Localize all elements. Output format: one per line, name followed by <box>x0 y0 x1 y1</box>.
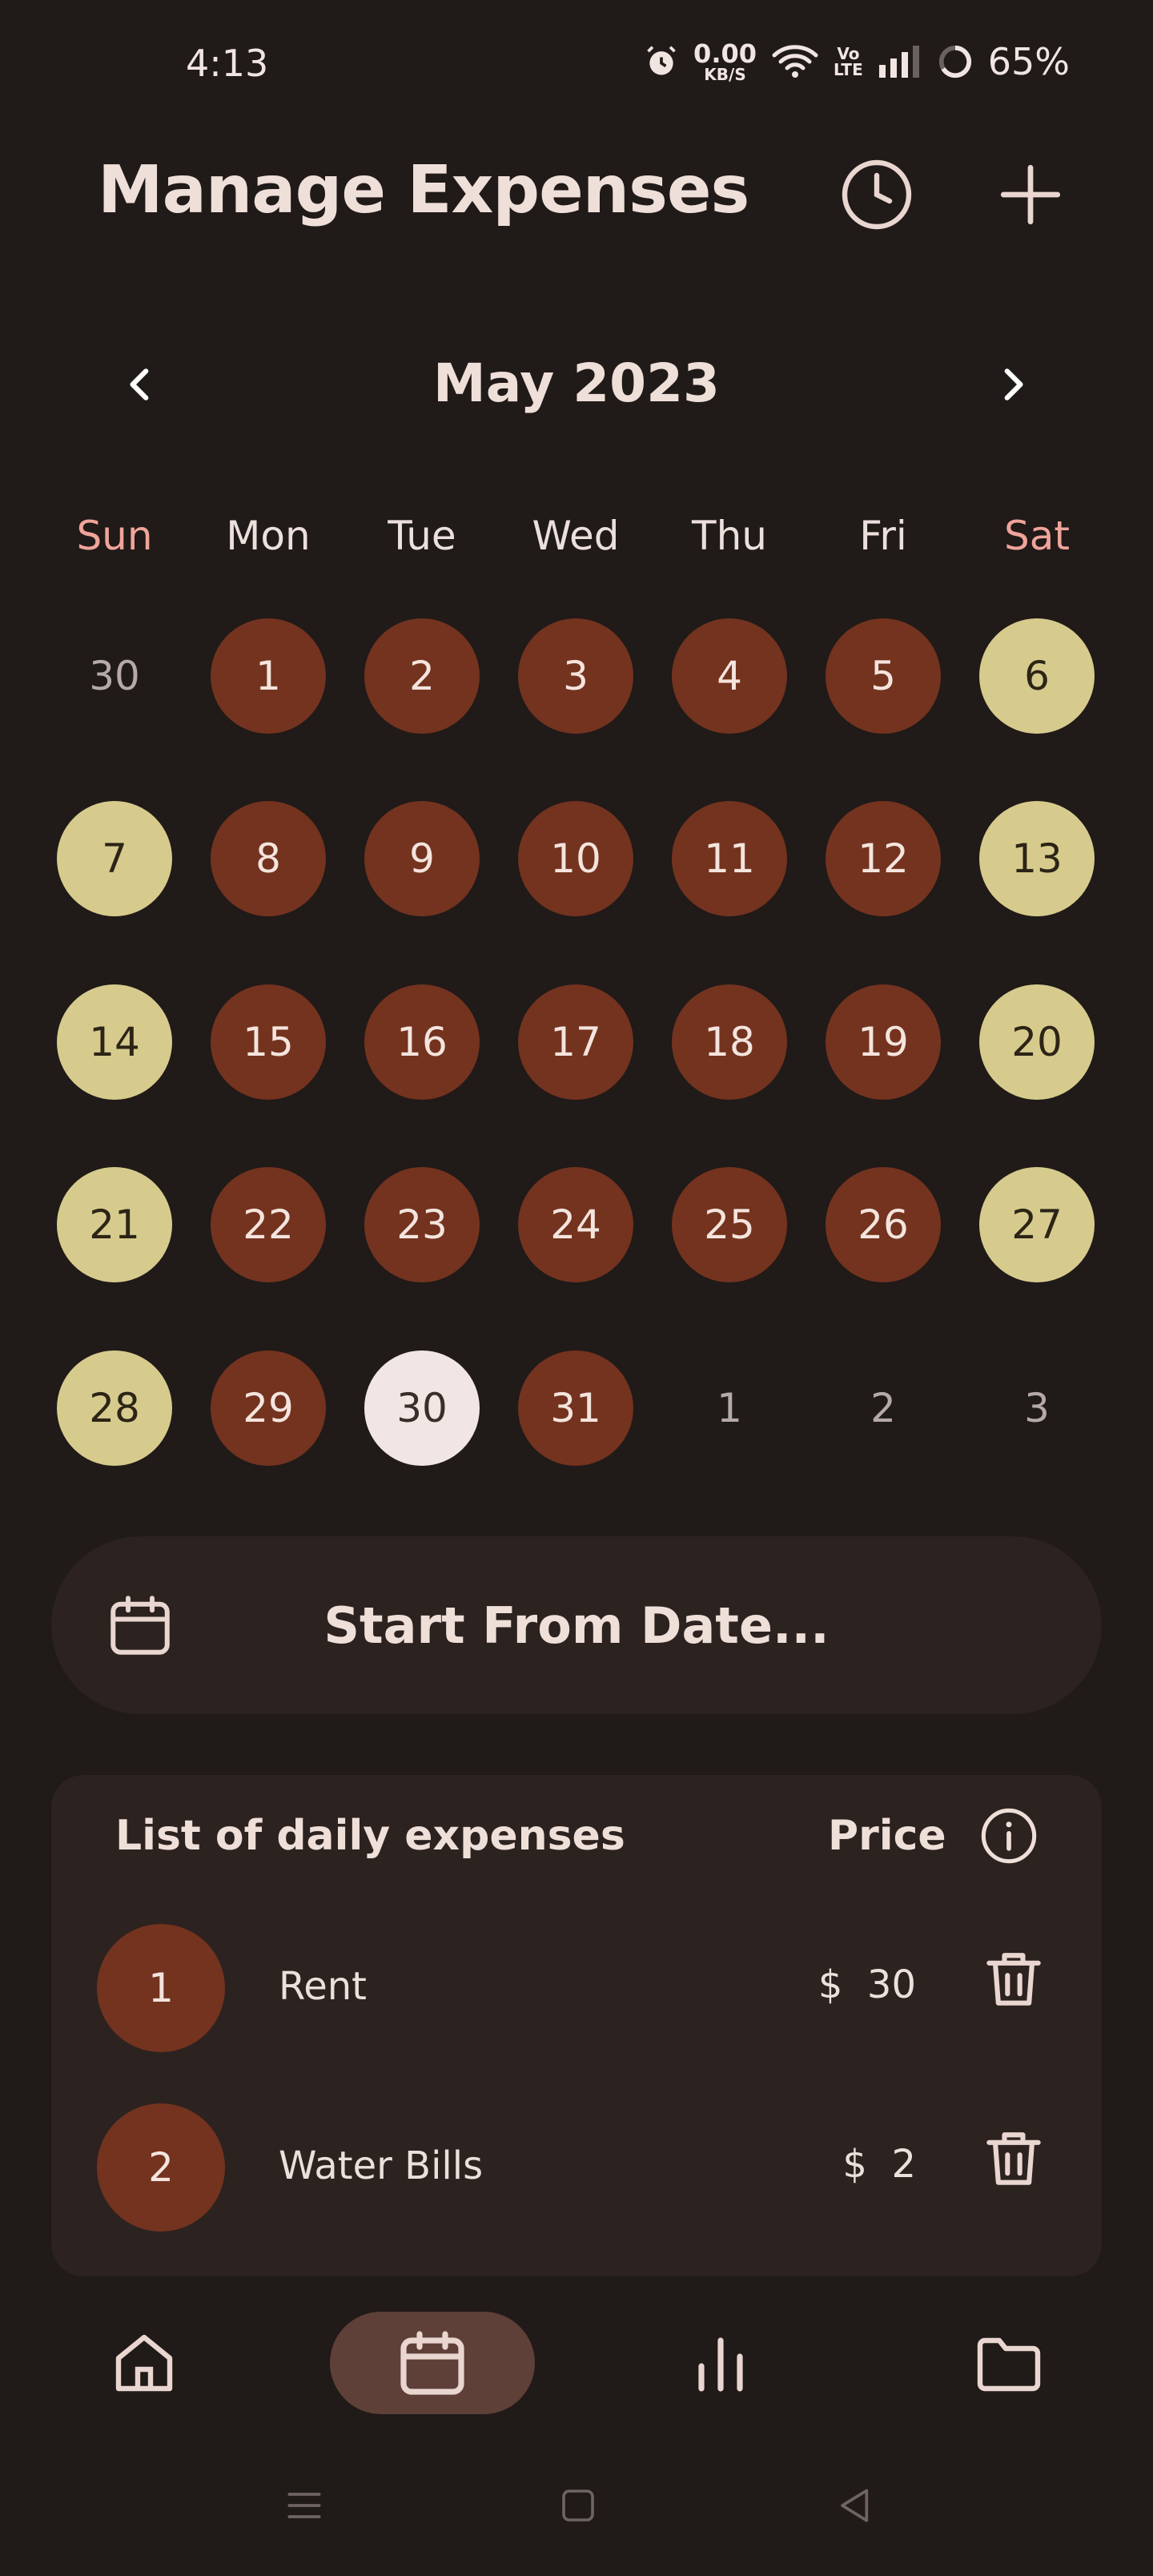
calendar-day[interactable]: 9 <box>364 801 480 916</box>
nav-calendar-button[interactable] <box>384 2315 480 2411</box>
calendar-day[interactable]: 2 <box>826 1350 941 1466</box>
weekday-wed: Wed <box>532 513 620 559</box>
calendar-day[interactable]: 30 <box>57 618 172 734</box>
weekday-tue: Tue <box>388 513 456 559</box>
menu-icon <box>287 2493 321 2518</box>
calendar-day[interactable]: 28 <box>57 1350 172 1466</box>
page-title: Manage Expenses <box>98 152 749 228</box>
nav-folder-button[interactable] <box>961 2315 1057 2411</box>
calendar-day[interactable]: 1 <box>211 618 326 734</box>
volte-indicator: Vo LTE <box>834 44 863 79</box>
status-time: 4:13 <box>186 42 269 85</box>
calendar-day[interactable]: 26 <box>826 1167 941 1282</box>
calendar-day[interactable]: 25 <box>672 1167 787 1282</box>
nav-home-button[interactable] <box>96 2315 192 2411</box>
calendar-day[interactable]: 21 <box>57 1167 172 1282</box>
calendar-day[interactable]: 29 <box>211 1350 326 1466</box>
calendar-day[interactable]: 17 <box>518 984 633 1100</box>
calendar-day[interactable]: 11 <box>672 801 787 916</box>
expense-index: 2 <box>97 2103 225 2232</box>
signal-icon <box>878 46 919 78</box>
price-header: Price <box>828 1812 946 1860</box>
delete-expense-button[interactable] <box>977 1942 1051 2015</box>
calendar-day[interactable]: 3 <box>518 618 633 734</box>
calendar-day[interactable]: 31 <box>518 1350 633 1466</box>
weekday-thu: Thu <box>692 513 767 559</box>
nav-stats-button[interactable] <box>673 2315 769 2411</box>
system-menu-button[interactable] <box>272 2473 336 2538</box>
calendar-day[interactable]: 23 <box>364 1167 480 1282</box>
home-icon <box>115 2334 173 2392</box>
calendar-day[interactable]: 13 <box>979 801 1095 916</box>
start-from-date-button[interactable]: Start From Date... <box>51 1536 1102 1714</box>
calendar-day[interactable]: 12 <box>826 801 941 916</box>
system-home-button[interactable] <box>546 2473 610 2538</box>
calendar-icon <box>400 2331 464 2395</box>
calendar-day[interactable]: 22 <box>211 1167 326 1282</box>
calendar-day[interactable]: 19 <box>826 984 941 1100</box>
trash-icon <box>986 1953 1041 2006</box>
status-icons: 0.00 KB/S Vo LTE 65% <box>644 40 1070 83</box>
delete-expense-button[interactable] <box>977 2121 1051 2195</box>
calendar-day[interactable]: 3 <box>979 1350 1095 1466</box>
calendar-day[interactable]: 20 <box>979 984 1095 1100</box>
info-icon <box>981 1808 1037 1864</box>
back-icon <box>841 2489 869 2522</box>
next-month-button[interactable] <box>972 344 1052 425</box>
expense-name: Water Bills <box>279 2143 484 2188</box>
expense-name: Rent <box>279 1964 367 2009</box>
battery-percent: 65% <box>987 40 1070 83</box>
expense-index: 1 <box>97 1924 225 2052</box>
calendar-day[interactable]: 16 <box>364 984 480 1100</box>
folder-icon <box>977 2337 1041 2392</box>
calendar-day[interactable]: 27 <box>979 1167 1095 1282</box>
calendar-day-selected[interactable]: 30 <box>364 1350 480 1466</box>
expense-price: $ 30 <box>818 1962 916 2007</box>
weekday-fri: Fri <box>859 513 907 559</box>
expenses-title: List of daily expenses <box>115 1812 625 1860</box>
calendar-day[interactable]: 8 <box>211 801 326 916</box>
alarm-icon <box>647 46 676 75</box>
calendar-day[interactable]: 24 <box>518 1167 633 1282</box>
weekday-mon: Mon <box>226 513 311 559</box>
system-back-button[interactable] <box>822 2473 886 2538</box>
calendar-day[interactable]: 7 <box>57 801 172 916</box>
battery-ring-icon <box>938 45 971 78</box>
weekday-sat: Sat <box>1004 513 1070 559</box>
trash-icon <box>986 2132 1041 2185</box>
calendar-day[interactable]: 15 <box>211 984 326 1100</box>
calendar-day[interactable]: 4 <box>672 618 787 734</box>
calendar-day[interactable]: 18 <box>672 984 787 1100</box>
wifi-icon <box>772 45 818 78</box>
chevron-right-icon <box>1004 368 1023 400</box>
net-speed: 0.00 KB/S <box>693 38 757 84</box>
calendar-day[interactable]: 5 <box>826 618 941 734</box>
calendar-day[interactable]: 6 <box>979 618 1095 734</box>
calendar-day[interactable]: 10 <box>518 801 633 916</box>
home-square-icon <box>562 2489 594 2522</box>
add-expense-button[interactable] <box>986 151 1075 239</box>
calendar-day[interactable]: 1 <box>672 1350 787 1466</box>
bar-chart-icon <box>698 2337 743 2392</box>
calendar-day[interactable]: 2 <box>364 618 480 734</box>
expense-price: $ 2 <box>842 2142 916 2187</box>
weekday-sun: Sun <box>76 513 153 559</box>
calendar-day[interactable]: 14 <box>57 984 172 1100</box>
plus-icon <box>1000 164 1061 225</box>
info-button[interactable] <box>978 1805 1039 1866</box>
start-from-date-label: Start From Date... <box>323 1596 830 1655</box>
clock-icon <box>842 159 912 230</box>
history-button[interactable] <box>833 151 921 239</box>
